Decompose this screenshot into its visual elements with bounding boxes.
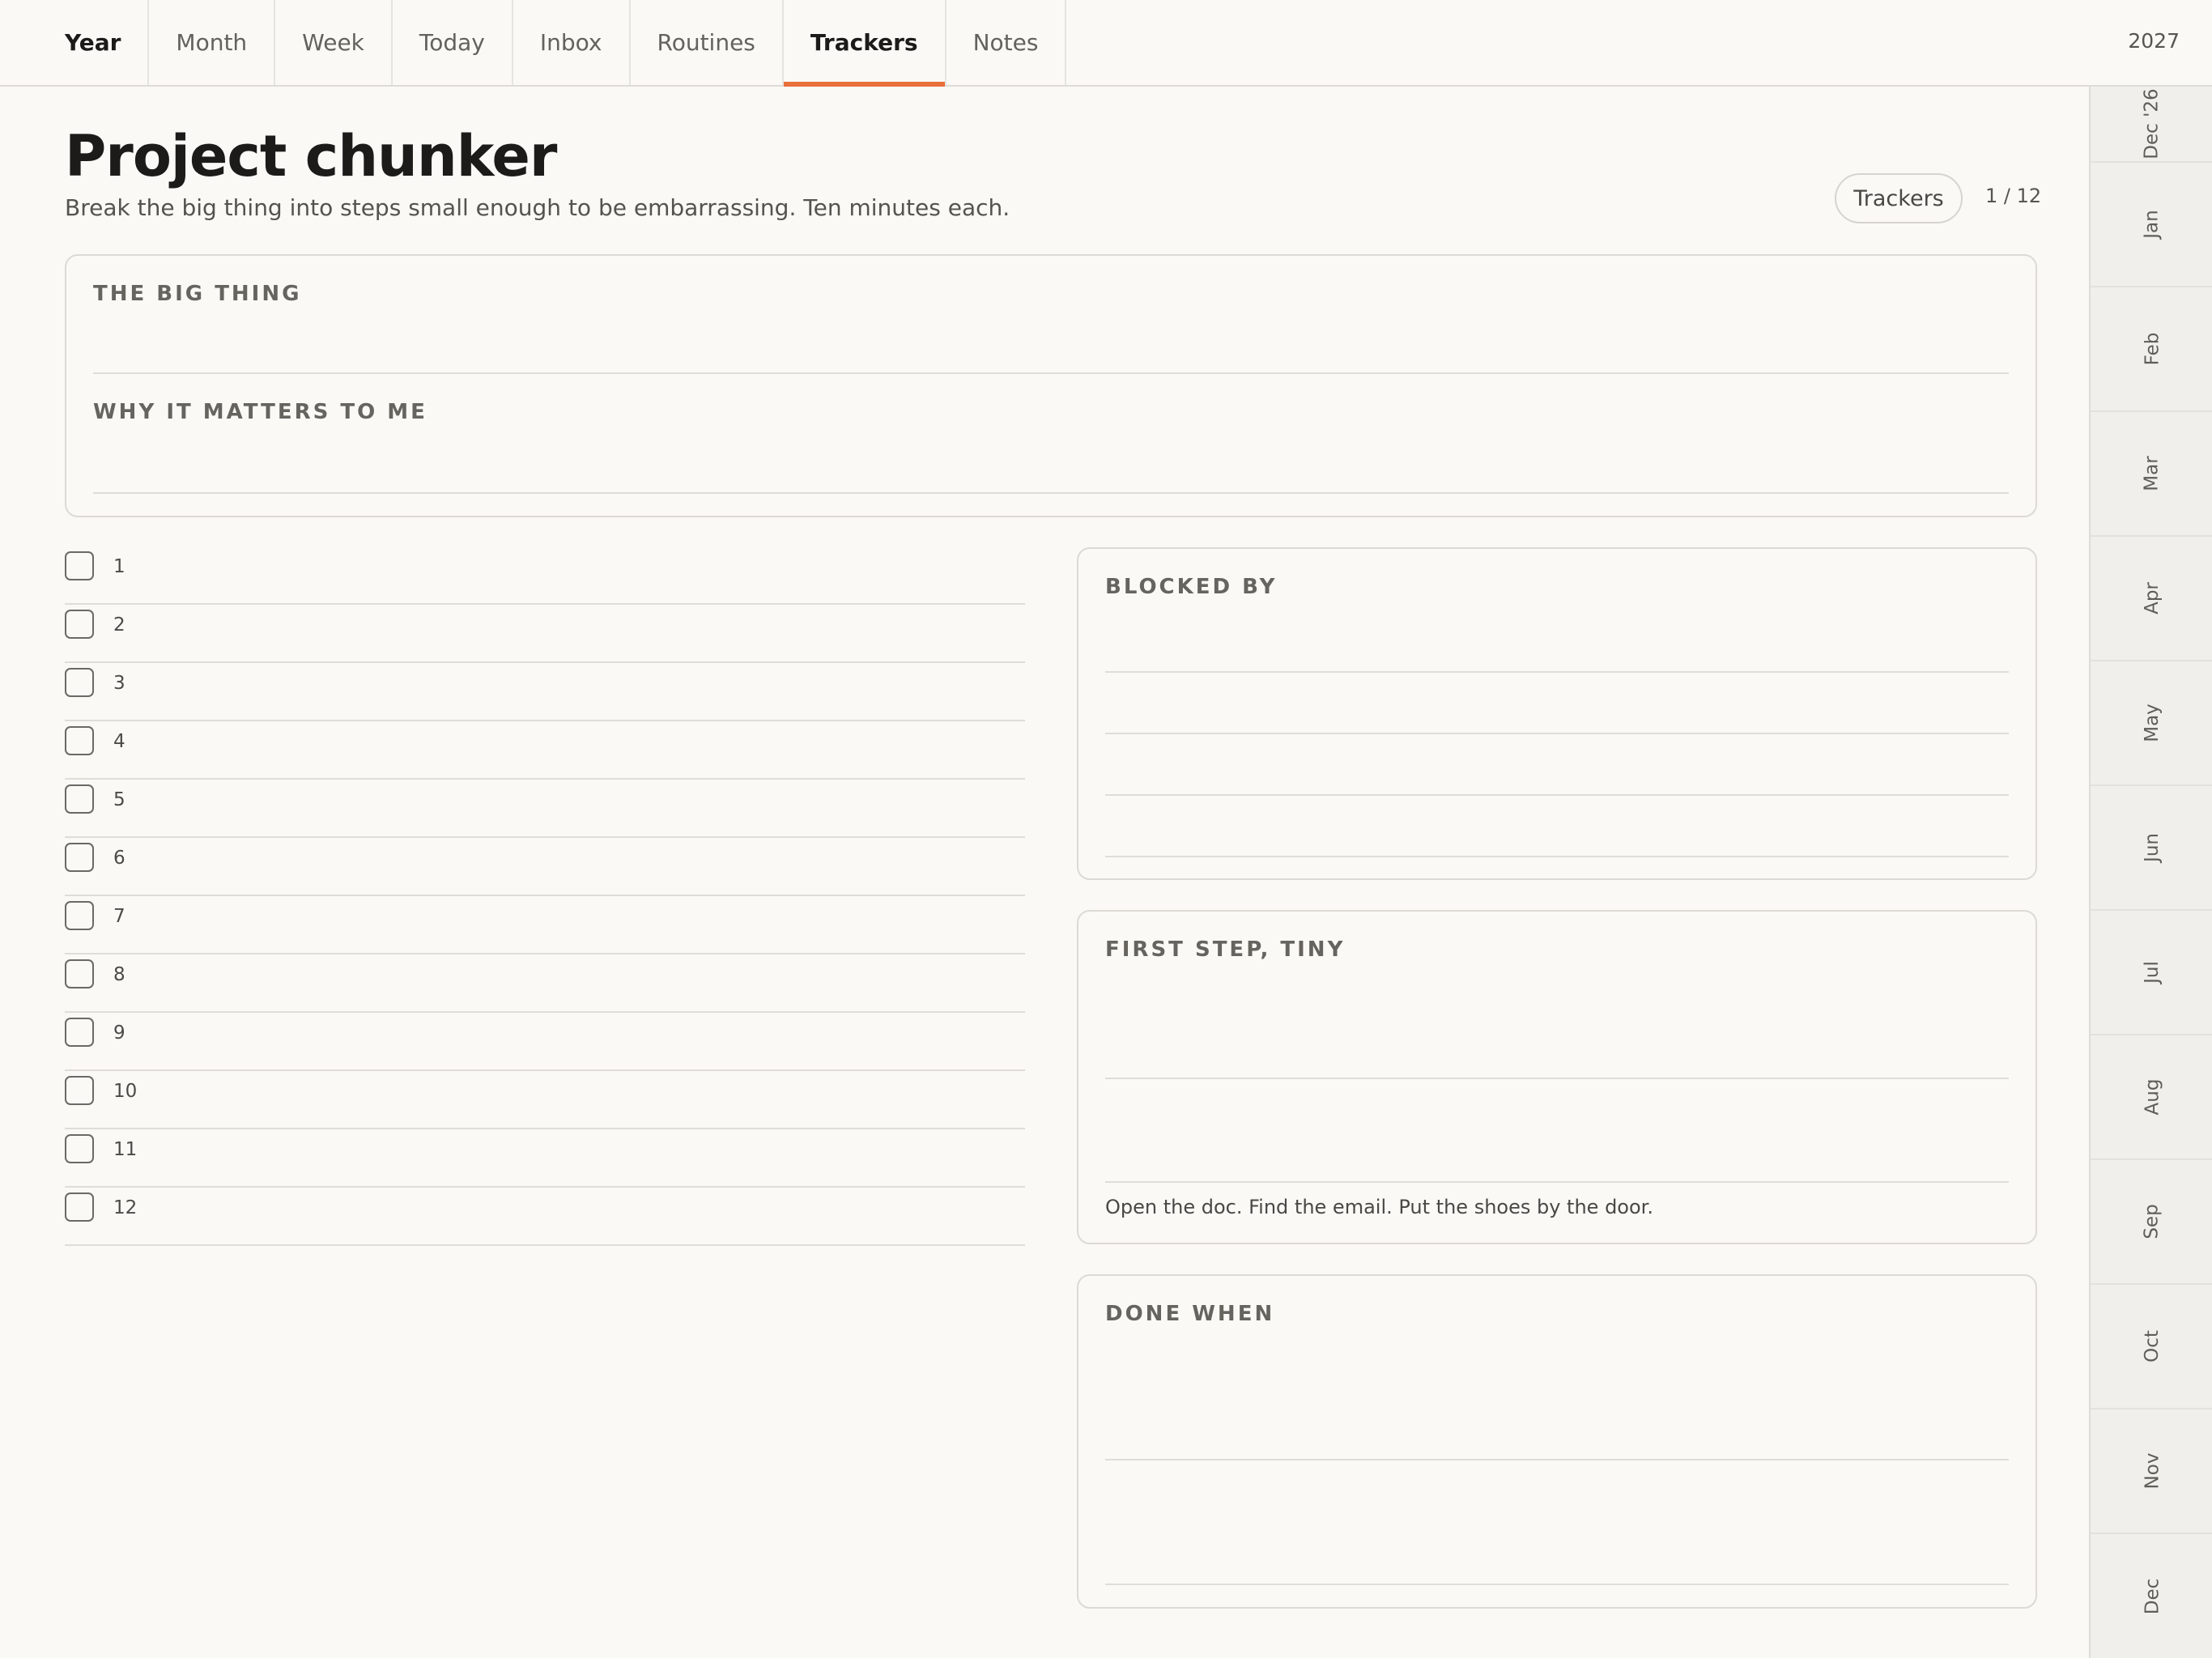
- big-thing-input-line[interactable]: [93, 372, 2009, 374]
- step-number: 5: [113, 789, 125, 810]
- big-thing-label: THE BIG THING: [93, 282, 302, 306]
- done-when-line[interactable]: [1105, 1459, 2009, 1460]
- page-title: Project chunker: [65, 123, 557, 189]
- rail-item-label: Jul: [2141, 961, 2163, 984]
- page-subtitle: Break the big thing into steps small eno…: [65, 194, 1010, 221]
- big-thing-card: THE BIG THING WHY IT MATTERS TO ME: [65, 254, 2037, 517]
- step-checkbox[interactable]: [65, 1134, 94, 1163]
- step-checkbox[interactable]: [65, 1076, 94, 1105]
- step-number: 12: [113, 1197, 138, 1218]
- rail-item-feb[interactable]: Feb: [2091, 287, 2212, 412]
- why-matters-input-line[interactable]: [93, 492, 2009, 494]
- blocked-by-line[interactable]: [1105, 794, 2009, 796]
- rail-item-oct[interactable]: Oct: [2091, 1285, 2212, 1409]
- page-indicator: 1 / 12: [1985, 185, 2042, 207]
- list-item[interactable]: 8: [65, 954, 1025, 1013]
- list-item[interactable]: 3: [65, 663, 1025, 721]
- step-number: 1: [113, 556, 125, 577]
- step-checkbox[interactable]: [65, 1018, 94, 1047]
- rail-item-nov[interactable]: Nov: [2091, 1409, 2212, 1534]
- tab-trackers[interactable]: Trackers: [783, 0, 946, 87]
- blocked-by-line[interactable]: [1105, 671, 2009, 673]
- list-item[interactable]: 12: [65, 1188, 1025, 1246]
- rail-item-aug[interactable]: Aug: [2091, 1035, 2212, 1160]
- step-checkbox[interactable]: [65, 784, 94, 814]
- first-step-line[interactable]: [1105, 1181, 2009, 1183]
- step-number: 11: [113, 1139, 138, 1160]
- blocked-by-line[interactable]: [1105, 856, 2009, 857]
- rail-item-label: Jun: [2142, 833, 2163, 862]
- top-navigation: Year Month Week Today Inbox Routines Tra…: [0, 0, 2212, 87]
- rail-item-apr[interactable]: Apr: [2091, 537, 2212, 661]
- rail-item-label: Dec: [2141, 1578, 2163, 1614]
- step-checkbox[interactable]: [65, 668, 94, 697]
- rail-item-label: Jan: [2142, 210, 2163, 239]
- step-checkbox[interactable]: [65, 610, 94, 639]
- rail-item-jun[interactable]: Jun: [2091, 786, 2212, 911]
- step-number: 6: [113, 848, 125, 869]
- tab-notes[interactable]: Notes: [946, 0, 1067, 85]
- rail-item-label: Nov: [2141, 1452, 2163, 1490]
- step-number: 4: [113, 731, 125, 752]
- done-when-line[interactable]: [1105, 1584, 2009, 1585]
- list-item[interactable]: 4: [65, 721, 1025, 780]
- step-line: [65, 1244, 1025, 1246]
- first-step-hint: Open the doc. Find the email. Put the sh…: [1105, 1196, 1653, 1218]
- rail-item-dec-26[interactable]: Dec '26: [2091, 87, 2212, 163]
- list-item[interactable]: 1: [65, 546, 1025, 605]
- tab-month[interactable]: Month: [149, 0, 276, 85]
- step-number: 2: [113, 614, 125, 636]
- rail-item-label: Aug: [2141, 1078, 2163, 1116]
- step-checkbox[interactable]: [65, 959, 94, 988]
- step-checkbox[interactable]: [65, 1192, 94, 1222]
- step-number: 10: [113, 1081, 138, 1102]
- step-number: 3: [113, 673, 125, 694]
- tab-week[interactable]: Week: [275, 0, 393, 85]
- tab-routines[interactable]: Routines: [631, 0, 784, 85]
- first-step-card: FIRST STEP, TINY Open the doc. Find the …: [1077, 910, 2037, 1244]
- done-when-label: DONE WHEN: [1105, 1302, 1275, 1326]
- step-checkbox[interactable]: [65, 551, 94, 580]
- why-matters-label: WHY IT MATTERS TO ME: [93, 400, 428, 424]
- tab-year[interactable]: Year: [38, 0, 150, 85]
- step-checkbox[interactable]: [65, 901, 94, 930]
- view-tabs: Year Month Week Today Inbox Routines Tra…: [38, 0, 1067, 87]
- list-item[interactable]: 2: [65, 605, 1025, 663]
- blocked-by-label: BLOCKED BY: [1105, 575, 1278, 599]
- list-item[interactable]: 5: [65, 780, 1025, 838]
- rail-item-label: Feb: [2141, 332, 2163, 366]
- step-number: 7: [113, 906, 125, 927]
- rail-item-may[interactable]: May: [2091, 661, 2212, 786]
- tab-today[interactable]: Today: [393, 0, 513, 85]
- month-rail: Dec '26 Jan Feb Mar Apr May Jun Jul Aug …: [2089, 87, 2212, 1658]
- tab-inbox[interactable]: Inbox: [513, 0, 631, 85]
- year-label[interactable]: 2027: [2128, 29, 2180, 53]
- rail-item-jan[interactable]: Jan: [2091, 163, 2212, 287]
- list-item[interactable]: 7: [65, 896, 1025, 954]
- rail-item-label: Mar: [2142, 456, 2163, 491]
- rail-item-jul[interactable]: Jul: [2091, 911, 2212, 1035]
- first-step-label: FIRST STEP, TINY: [1105, 937, 1346, 962]
- list-item[interactable]: 9: [65, 1013, 1025, 1071]
- done-when-card: DONE WHEN: [1077, 1274, 2037, 1609]
- blocked-by-line[interactable]: [1105, 733, 2009, 734]
- first-step-line[interactable]: [1105, 1078, 2009, 1079]
- rail-item-sep[interactable]: Sep: [2091, 1160, 2212, 1285]
- step-number: 8: [113, 964, 125, 985]
- step-number: 9: [113, 1022, 125, 1044]
- step-checkbox[interactable]: [65, 726, 94, 755]
- rail-item-mar[interactable]: Mar: [2091, 412, 2212, 537]
- list-item[interactable]: 6: [65, 838, 1025, 896]
- step-checkbox[interactable]: [65, 843, 94, 872]
- rail-item-label: Sep: [2141, 1204, 2163, 1239]
- rail-item-label: Dec '26: [2141, 88, 2163, 159]
- rail-item-label: Apr: [2141, 582, 2163, 614]
- rail-item-label: May: [2142, 704, 2163, 742]
- trackers-button[interactable]: Trackers: [1835, 173, 1963, 223]
- list-item[interactable]: 10: [65, 1071, 1025, 1129]
- blocked-by-card: BLOCKED BY: [1077, 547, 2037, 880]
- rail-item-label: Oct: [2142, 1330, 2163, 1363]
- rail-item-dec[interactable]: Dec: [2091, 1534, 2212, 1658]
- list-item[interactable]: 11: [65, 1129, 1025, 1188]
